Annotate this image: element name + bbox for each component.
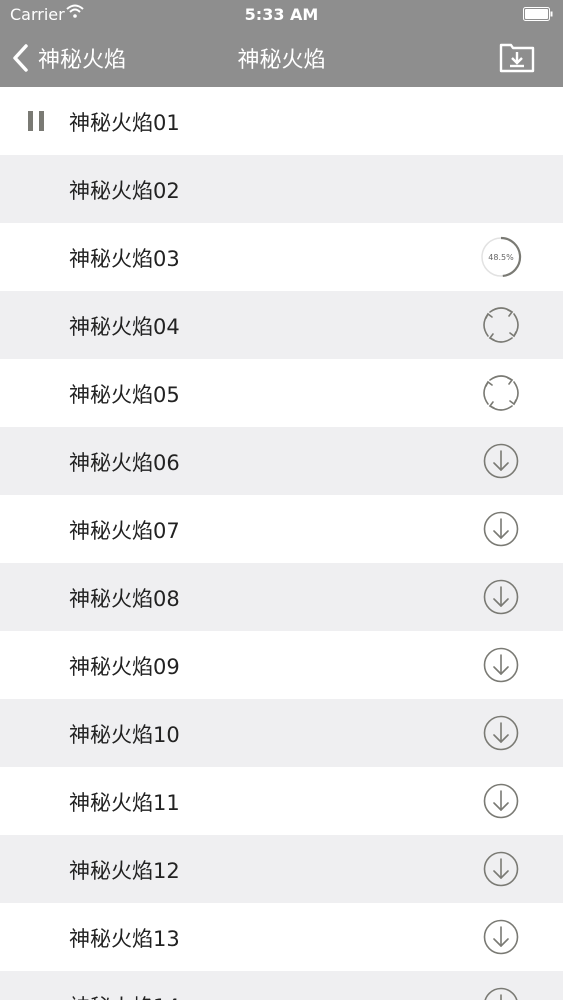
download-icon[interactable] [480, 712, 522, 754]
download-icon[interactable] [480, 508, 522, 550]
header: Carrier 5:33 AM 神秘火焰 神秘火焰 [0, 0, 563, 87]
list-item[interactable]: 神秘火焰14 [0, 971, 563, 1000]
download-progress-indicator[interactable]: 48.5% [480, 236, 522, 278]
list-item[interactable]: 神秘火焰02 [0, 155, 563, 223]
status-time: 5:33 AM [244, 5, 319, 24]
list-item[interactable]: 神秘火焰01 [0, 87, 563, 155]
list-item[interactable]: 神秘火焰11 [0, 767, 563, 835]
download-icon[interactable] [480, 644, 522, 686]
progress-percent-label: 48.5% [488, 253, 514, 262]
episode-title: 神秘火焰09 [69, 655, 180, 679]
episode-title: 神秘火焰02 [69, 179, 180, 203]
episode-title: 神秘火焰03 [69, 247, 180, 271]
episode-title: 神秘火焰07 [69, 519, 180, 543]
pause-icon[interactable] [24, 109, 48, 133]
episode-title: 神秘火焰10 [69, 723, 180, 747]
episode-title: 神秘火焰11 [69, 791, 180, 815]
list-item[interactable]: 神秘火焰12 [0, 835, 563, 903]
download-icon[interactable] [480, 916, 522, 958]
list-item[interactable]: 神秘火焰06 [0, 427, 563, 495]
status-bar: Carrier 5:33 AM [0, 0, 563, 30]
download-folder-icon[interactable] [499, 40, 535, 74]
episode-title: 神秘火焰06 [69, 451, 180, 475]
episode-title: 神秘火焰01 [69, 111, 180, 135]
episode-title: 神秘火焰12 [69, 859, 180, 883]
list-item[interactable]: 神秘火焰04 [0, 291, 563, 359]
episode-title: 神秘火焰13 [69, 927, 180, 951]
battery-icon [523, 7, 553, 21]
list-item[interactable]: 神秘火焰05 [0, 359, 563, 427]
waiting-icon[interactable] [480, 372, 522, 414]
list-item[interactable]: 神秘火焰13 [0, 903, 563, 971]
page-title: 神秘火焰 [237, 48, 326, 73]
episode-list: 神秘火焰01 神秘火焰02 神秘火焰03 48.5% 神秘火焰04 神秘火焰05 神秘火焰0… [0, 87, 563, 1000]
list-item[interactable]: 神秘火焰10 [0, 699, 563, 767]
download-icon[interactable] [480, 440, 522, 482]
episode-title: 神秘火焰08 [69, 587, 180, 611]
app-screen: Carrier 5:33 AM 神秘火焰 神秘火焰 神秘火焰01 神秘火焰02 … [0, 0, 563, 1000]
list-item[interactable]: 神秘火焰03 48.5% [0, 223, 563, 291]
navigation-bar: 神秘火焰 神秘火焰 [0, 30, 563, 87]
list-item[interactable]: 神秘火焰07 [0, 495, 563, 563]
list-item[interactable]: 神秘火焰09 [0, 631, 563, 699]
download-icon[interactable] [480, 848, 522, 890]
download-icon[interactable] [480, 780, 522, 822]
list-item[interactable]: 神秘火焰08 [0, 563, 563, 631]
episode-title: 神秘火焰05 [69, 383, 180, 407]
waiting-icon[interactable] [480, 304, 522, 346]
episode-title: 神秘火焰14 [69, 991, 180, 1000]
download-icon[interactable] [480, 576, 522, 618]
download-icon[interactable] [480, 984, 522, 1000]
episode-title: 神秘火焰04 [69, 315, 180, 339]
